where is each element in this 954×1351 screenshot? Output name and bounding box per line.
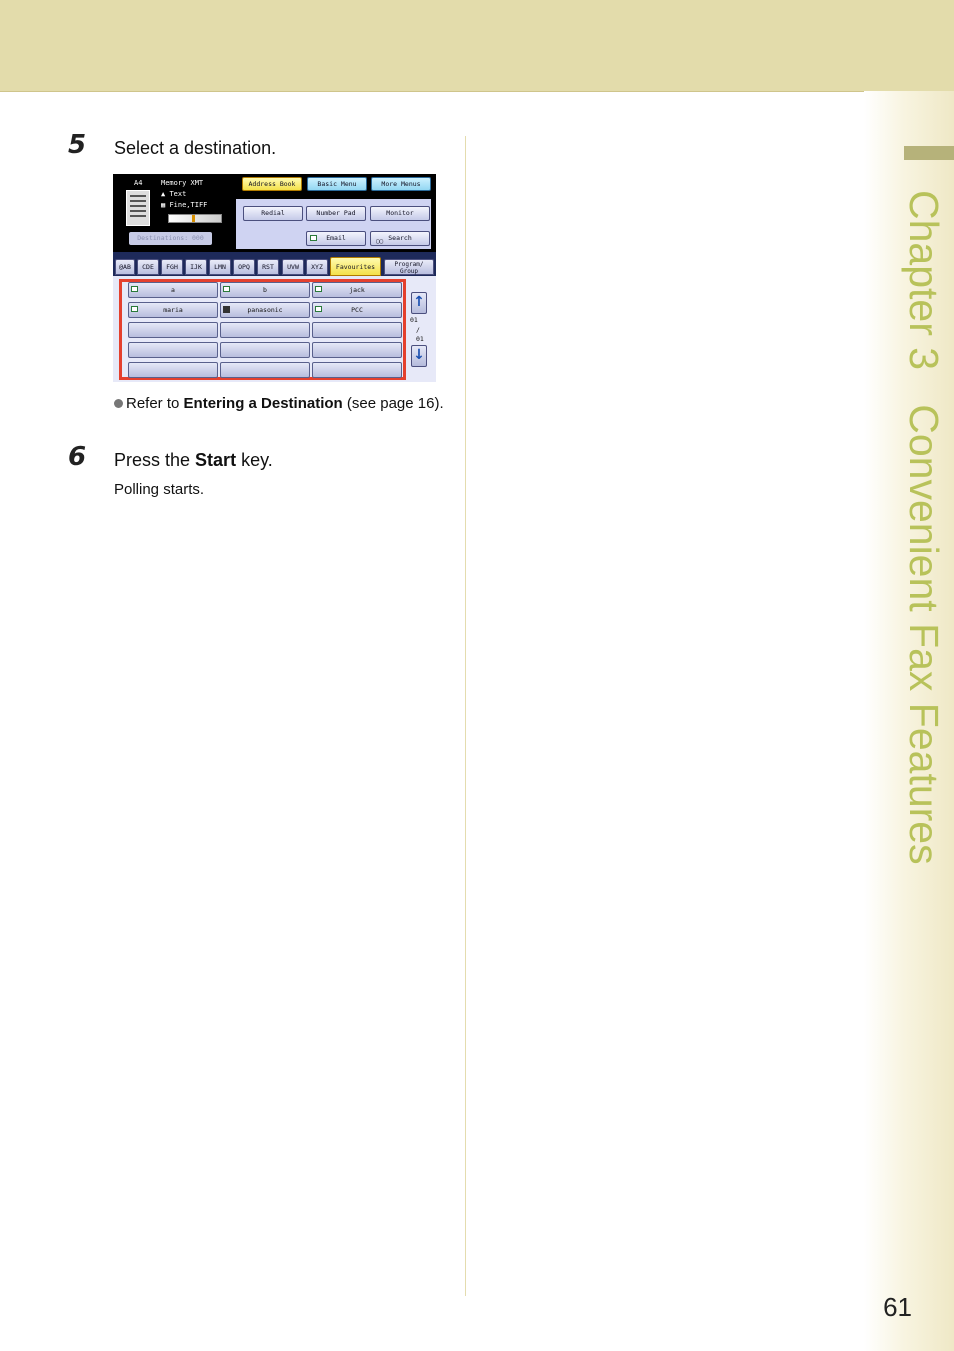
step-6-text: Press the Start key.: [114, 450, 273, 470]
email-icon: [131, 286, 138, 292]
email-icon: [223, 286, 230, 292]
original-type: ▲ Text: [161, 190, 187, 198]
empty-slot[interactable]: [312, 342, 402, 358]
paper-size: A4: [134, 179, 143, 187]
page-current: 01: [410, 316, 418, 324]
list-item[interactable]: maria: [128, 302, 218, 318]
column-divider: [465, 136, 466, 1296]
empty-slot[interactable]: [312, 322, 402, 338]
tab-uvw[interactable]: UVW: [282, 259, 304, 275]
page-separator: /: [416, 326, 420, 334]
step-5-text: Select a destination.: [114, 138, 277, 158]
tab-favourites[interactable]: Favourites: [330, 257, 381, 276]
email-icon: [315, 286, 322, 292]
start-key-label: Start: [195, 450, 237, 470]
chapter-title-text: Convenient Fax Features: [901, 404, 947, 865]
email-icon: [310, 235, 317, 241]
destinations-count: Destinations: 000: [129, 232, 212, 245]
list-item[interactable]: a: [128, 282, 218, 298]
list-item[interactable]: jack: [312, 282, 402, 298]
tab-fgh[interactable]: FGH: [161, 259, 183, 275]
chapter-tab-marker: [904, 146, 954, 160]
tab-cde[interactable]: CDE: [137, 259, 159, 275]
email-button[interactable]: Email: [306, 231, 366, 246]
basic-menu-button[interactable]: Basic Menu: [307, 177, 367, 191]
status-panel: A4 Memory XMT ▲ Text ▦ Fine,TIFF Destina…: [113, 174, 230, 252]
monitor-button[interactable]: Monitor: [370, 206, 430, 221]
search-button[interactable]: ▢▢ Search: [370, 231, 430, 246]
list-item[interactable]: PCC: [312, 302, 402, 318]
reference-note: Refer to Entering a Destination (see pag…: [114, 394, 444, 413]
more-menus-button[interactable]: More Menus: [371, 177, 431, 191]
step-number-6: 6: [68, 442, 87, 472]
chapter-heading: Chapter 3 Convenient Fax Features: [893, 190, 953, 890]
reference-link-text: Entering a Destination: [183, 395, 343, 412]
document-icon: [126, 190, 150, 226]
fax-icon: [223, 306, 230, 313]
empty-slot[interactable]: [220, 322, 310, 338]
header-band: [0, 0, 954, 92]
transmission-mode: Memory XMT: [161, 179, 204, 187]
tab-rst[interactable]: RST: [257, 259, 279, 275]
list-item[interactable]: panasonic: [220, 302, 310, 318]
step-6-result: Polling starts.: [114, 481, 205, 498]
bullet-icon: [114, 399, 123, 408]
scroll-up-button[interactable]: ↑: [411, 292, 427, 314]
number-pad-button[interactable]: Number Pad: [306, 206, 366, 221]
page-number: 61: [883, 1292, 912, 1322]
tab-ijk[interactable]: IJK: [185, 259, 207, 275]
chapter-label: Chapter 3: [901, 190, 947, 371]
empty-slot[interactable]: [220, 362, 310, 378]
tab-ab[interactable]: @AB: [115, 259, 135, 275]
tab-program-group[interactable]: Program/Group: [384, 259, 434, 275]
scroll-down-button[interactable]: ↓: [411, 345, 427, 367]
empty-slot[interactable]: [312, 362, 402, 378]
tab-lmn[interactable]: LMN: [209, 259, 231, 275]
empty-slot[interactable]: [128, 342, 218, 358]
email-icon: [315, 306, 322, 312]
control-panel-screen: A4 Memory XMT ▲ Text ▦ Fine,TIFF Destina…: [113, 174, 436, 382]
menu-button-area: Address Book Basic Menu More Menus Redia…: [230, 174, 436, 252]
search-icon: ▢▢: [376, 238, 384, 245]
address-book-button[interactable]: Address Book: [242, 177, 302, 191]
arrow-up-icon: ↑: [413, 294, 425, 310]
empty-slot[interactable]: [220, 342, 310, 358]
redial-button[interactable]: Redial: [243, 206, 303, 221]
resolution: ▦ Fine,TIFF: [161, 201, 208, 209]
arrow-down-icon: ↓: [413, 347, 425, 363]
index-tabs: @AB CDE FGH IJK LMN OPQ RST UVW XYZ Favo…: [113, 252, 436, 276]
tab-xyz[interactable]: XYZ: [306, 259, 328, 275]
function-button-panel: Redial Number Pad Monitor Email ▢▢ Search: [236, 199, 431, 249]
tab-opq[interactable]: OPQ: [233, 259, 255, 275]
step-number-5: 5: [68, 130, 87, 160]
contrast-bar: [168, 214, 222, 223]
email-icon: [131, 306, 138, 312]
page-total: 01: [416, 335, 424, 343]
destination-list-area: a b jack maria panasonic PCC ↑ 01 / 01 ↓: [113, 276, 436, 382]
empty-slot[interactable]: [128, 362, 218, 378]
list-item[interactable]: b: [220, 282, 310, 298]
empty-slot[interactable]: [128, 322, 218, 338]
